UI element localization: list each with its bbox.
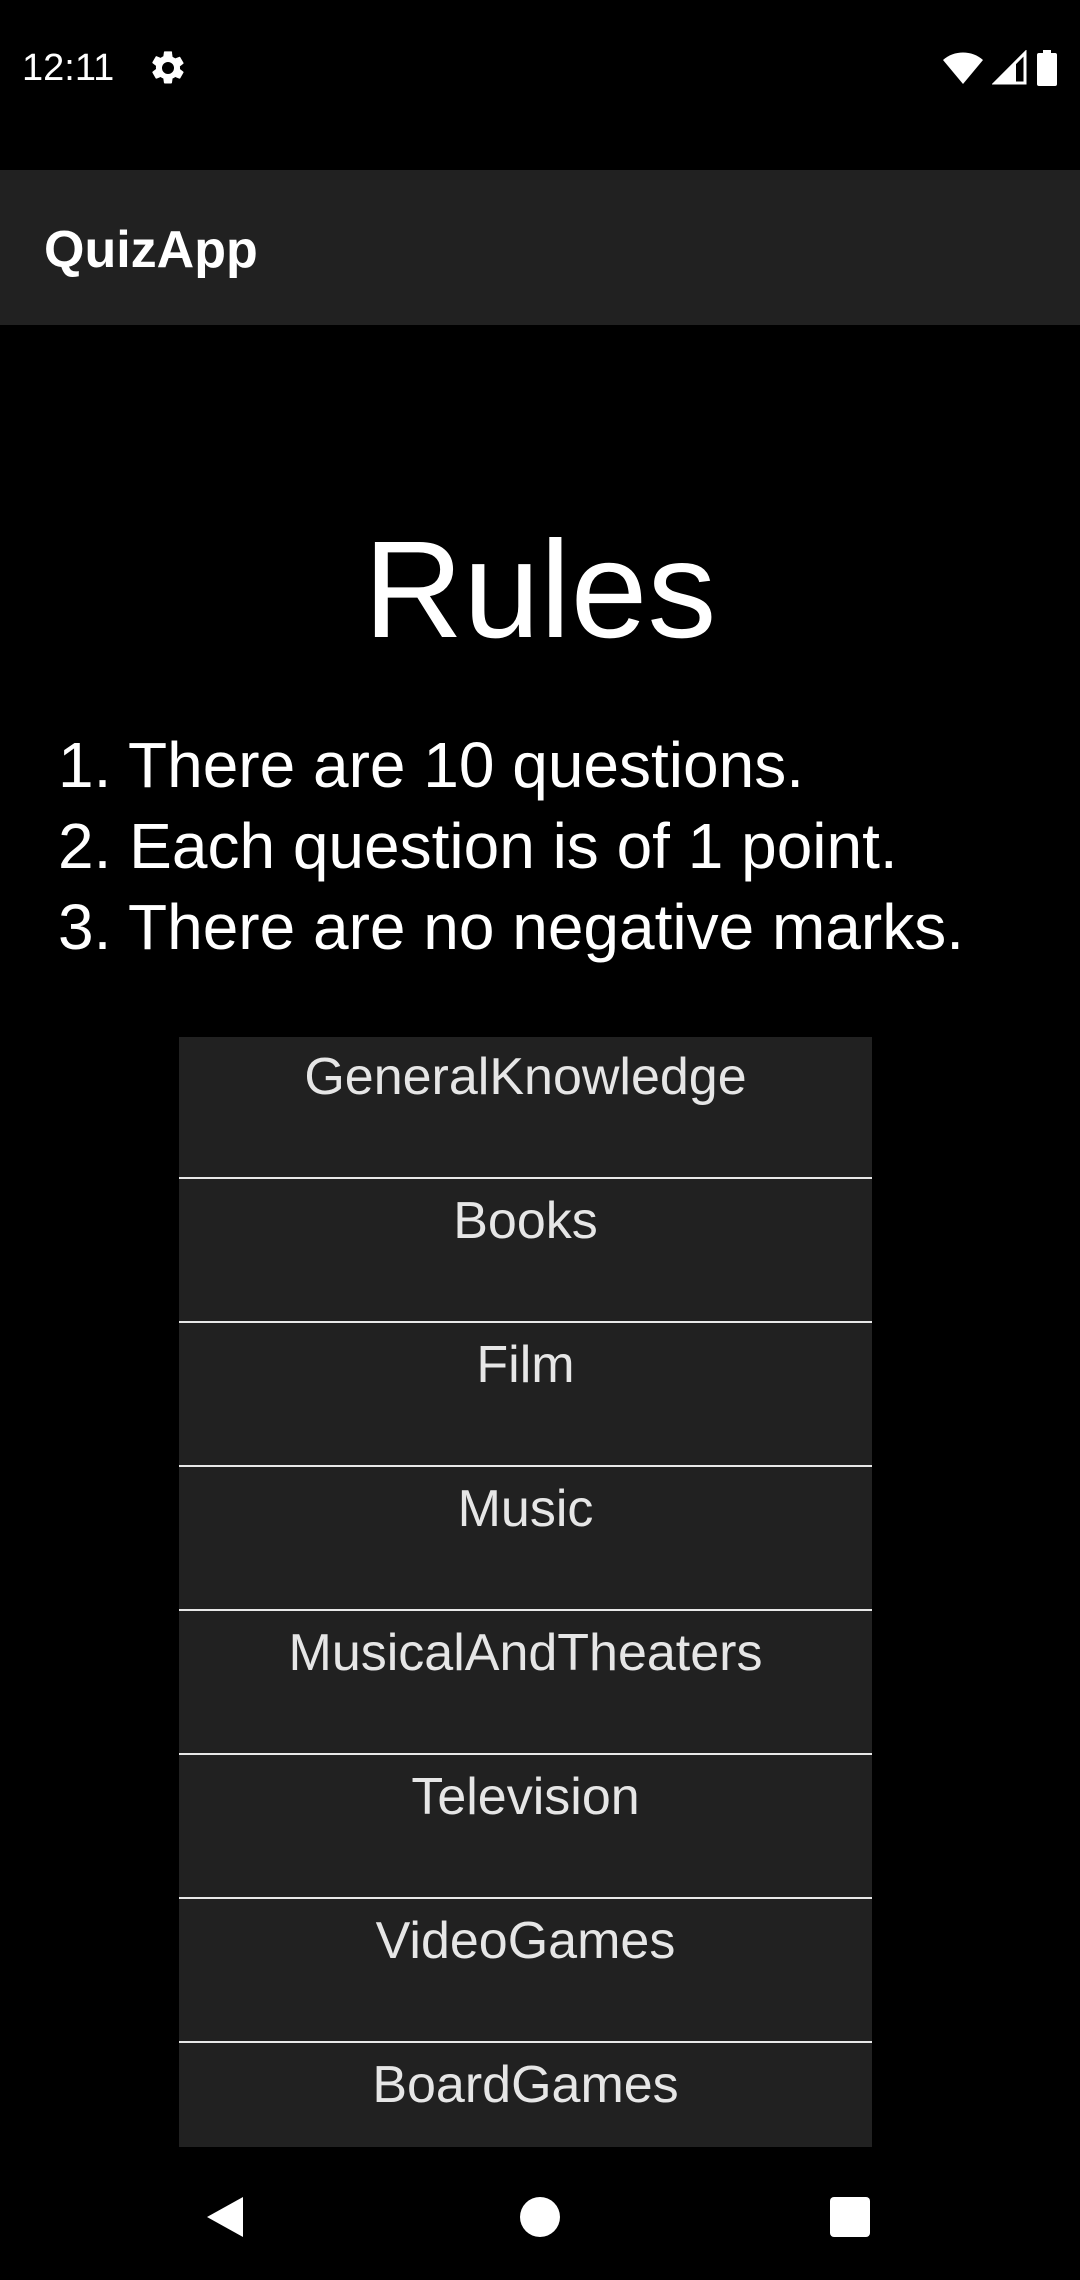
back-icon	[207, 2197, 243, 2237]
category-item-musical-and-theaters[interactable]: MusicalAndTheaters	[179, 1611, 872, 1755]
navigation-bar	[0, 2147, 1080, 2280]
recents-button[interactable]	[810, 2177, 890, 2257]
battery-icon	[1036, 50, 1058, 86]
recents-icon	[830, 2197, 870, 2237]
status-icons	[942, 48, 1058, 88]
rule-item: 1. There are 10 questions.	[58, 729, 804, 801]
rule-item: 2. Each question is of 1 point.	[58, 810, 898, 882]
category-item-books[interactable]: Books	[179, 1179, 872, 1323]
signal-icon	[992, 50, 1028, 86]
app-title: QuizApp	[44, 221, 258, 279]
settings-icon	[148, 48, 188, 88]
category-item-television[interactable]: Television	[179, 1755, 872, 1899]
home-button[interactable]	[500, 2177, 580, 2257]
category-list[interactable]: GeneralKnowledge Books Film Music Musica…	[179, 1037, 872, 2147]
rules-title: Rules	[363, 513, 717, 667]
status-time: 12:11	[22, 47, 115, 89]
category-item-music[interactable]: Music	[179, 1467, 872, 1611]
category-item-film[interactable]: Film	[179, 1323, 872, 1467]
category-item-video-games[interactable]: VideoGames	[179, 1899, 872, 2043]
back-button[interactable]	[185, 2177, 265, 2257]
wifi-icon	[942, 50, 984, 86]
rule-item: 3. There are no negative marks.	[58, 891, 964, 963]
app-bar: QuizApp	[0, 170, 1080, 325]
rules-list: 1. There are 10 questions. 2. Each quest…	[58, 725, 1058, 968]
category-item-board-games[interactable]: BoardGames	[179, 2043, 872, 2147]
category-item-general-knowledge[interactable]: GeneralKnowledge	[179, 1037, 872, 1179]
home-icon	[520, 2197, 560, 2237]
status-bar: 12:11	[0, 0, 1080, 170]
